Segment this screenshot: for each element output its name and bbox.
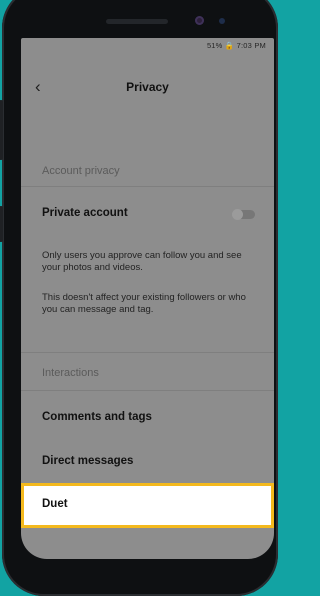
sensor [219, 18, 225, 24]
bixby-button [0, 206, 3, 242]
private-account-label: Private account [42, 207, 128, 219]
private-account-description: Only users you approve can follow you an… [42, 250, 242, 273]
private-account-note: This doesn't affect your existing follow… [42, 292, 246, 315]
divider [21, 186, 274, 187]
comments-and-tags-item[interactable]: Comments and tags [42, 411, 152, 423]
section-interactions: Interactions [42, 367, 99, 379]
page-title: Privacy [126, 80, 169, 94]
nav-bar: ‹ Privacy [21, 78, 274, 102]
volume-button [0, 100, 3, 160]
phone-frame: 51% 🔒 7:03 PM ‹ Privacy Account privacy … [0, 0, 278, 596]
direct-messages-item[interactable]: Direct messages [42, 455, 133, 467]
front-camera [195, 16, 204, 25]
divider [21, 352, 274, 353]
duet-item[interactable]: Duet [21, 483, 274, 528]
speaker-grille [106, 19, 168, 24]
duet-label: Duet [42, 498, 68, 510]
divider [21, 390, 274, 391]
private-account-toggle[interactable] [232, 209, 255, 220]
section-account-privacy: Account privacy [42, 165, 120, 177]
screen: 51% 🔒 7:03 PM ‹ Privacy Account privacy … [21, 38, 274, 559]
toggle-knob [232, 209, 243, 220]
status-bar: 51% 🔒 7:03 PM [206, 41, 266, 50]
